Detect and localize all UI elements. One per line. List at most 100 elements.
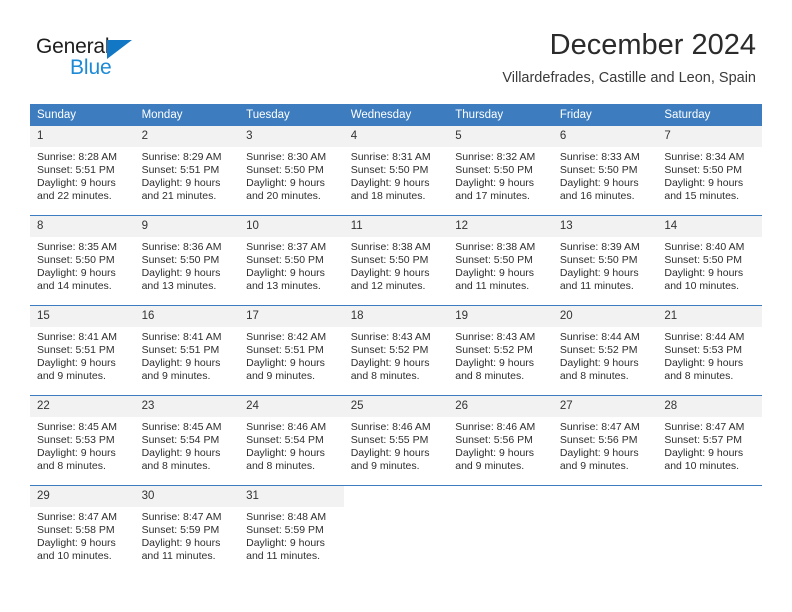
day-details: Sunrise: 8:46 AM Sunset: 5:54 PM Daylight:… — [239, 417, 344, 473]
daylight-text-line2: and 9 minutes. — [141, 370, 211, 383]
calendar-day-cell[interactable]: 20 Sunrise: 8:44 AM Sunset: 5:52 PM Dayligh… — [552, 305, 658, 396]
calendar-day-cell[interactable]: 29 Sunrise: 8:47 AM Sunset: 5:58 PM Dayligh… — [30, 485, 135, 575]
daylight-text-line2: and 9 minutes. — [246, 370, 316, 383]
calendar-day-cell[interactable]: 7 Sunrise: 8:34 AM Sunset: 5:50 PM Daylight… — [657, 126, 762, 216]
day-number: 12 — [448, 216, 553, 237]
calendar-day-cell[interactable]: 18 Sunrise: 8:43 AM Sunset: 5:52 PM Dayligh… — [343, 305, 449, 396]
calendar-day-cell[interactable]: 19 Sunrise: 8:43 AM Sunset: 5:52 PM Dayligh… — [448, 305, 553, 396]
logo-text-blue: Blue — [70, 56, 112, 79]
calendar-day-cell[interactable]: 31 Sunrise: 8:48 AM Sunset: 5:59 PM Dayligh… — [239, 485, 344, 575]
daylight-text-line2: and 13 minutes. — [141, 280, 217, 293]
calendar-day-cell[interactable]: 22 Sunrise: 8:45 AM Sunset: 5:53 PM Dayligh… — [30, 395, 135, 486]
day-details: Sunrise: 8:44 AM Sunset: 5:52 PM Daylight:… — [553, 327, 658, 383]
sunset-text: Sunset: 5:50 PM — [141, 254, 220, 267]
calendar-day-cell[interactable]: 5 Sunrise: 8:32 AM Sunset: 5:50 PM Daylight… — [448, 126, 553, 216]
day-number: 25 — [343, 396, 449, 417]
calendar-day-cell[interactable]: 6 Sunrise: 8:33 AM Sunset: 5:50 PM Daylight… — [552, 126, 658, 216]
sunrise-text: Sunrise: 8:45 AM — [37, 421, 117, 433]
sunrise-text: Sunrise: 8:40 AM — [664, 241, 745, 253]
calendar-day-cell[interactable]: 15 Sunrise: 8:41 AM Sunset: 5:51 PM Dayligh… — [30, 305, 135, 396]
calendar-day-cell[interactable]: 10 Sunrise: 8:37 AM Sunset: 5:50 PM Dayligh… — [239, 215, 344, 306]
calendar-day-cell[interactable]: 28 Sunrise: 8:47 AM Sunset: 5:57 PM Dayligh… — [657, 395, 762, 486]
sunrise-text: Sunrise: 8:44 AM — [559, 331, 640, 343]
sunset-text: Sunset: 5:58 PM — [37, 524, 115, 537]
day-details: Sunrise: 8:31 AM Sunset: 5:50 PM Daylight:… — [344, 147, 449, 203]
daylight-text-line1: Daylight: 9 hours — [37, 267, 116, 280]
calendar-day-cell[interactable]: 30 Sunrise: 8:47 AM Sunset: 5:59 PM Dayligh… — [134, 485, 240, 575]
title-block: December 2024 Villardefrades, Castille a… — [502, 28, 756, 88]
calendar-day-cell[interactable]: 21 Sunrise: 8:44 AM Sunset: 5:53 PM Dayligh… — [657, 305, 762, 396]
day-number: 14 — [657, 216, 762, 237]
generalblue-logo[interactable]: General Blue — [36, 36, 176, 84]
day-details: Sunrise: 8:29 AM Sunset: 5:51 PM Daylight:… — [135, 147, 240, 203]
daylight-text-line1: Daylight: 9 hours — [559, 447, 639, 460]
daylight-text-line1: Daylight: 9 hours — [559, 177, 639, 190]
sunset-text: Sunset: 5:51 PM — [141, 344, 220, 357]
page-title: December 2024 — [549, 29, 756, 61]
calendar-day-cell[interactable]: 27 Sunrise: 8:47 AM Sunset: 5:56 PM Dayligh… — [552, 395, 658, 486]
calendar-day-cell[interactable]: 23 Sunrise: 8:45 AM Sunset: 5:54 PM Dayligh… — [134, 395, 240, 486]
calendar-table: Sunday Monday Tuesday Wednesday Thursday… — [30, 104, 762, 575]
day-details: Sunrise: 8:30 AM Sunset: 5:50 PM Daylight:… — [239, 147, 344, 203]
day-number: 20 — [552, 306, 658, 327]
sunset-text: Sunset: 5:53 PM — [37, 434, 115, 447]
day-number: 1 — [30, 126, 135, 147]
daylight-text-line2: and 8 minutes. — [141, 460, 211, 473]
daylight-text-line1: Daylight: 9 hours — [37, 447, 116, 460]
sunset-text: Sunset: 5:50 PM — [37, 254, 115, 267]
daylight-text-line1: Daylight: 9 hours — [559, 357, 639, 370]
day-number: 21 — [657, 306, 762, 327]
day-details: Sunrise: 8:46 AM Sunset: 5:56 PM Daylight:… — [448, 417, 553, 473]
calendar-day-cell[interactable]: 14 Sunrise: 8:40 AM Sunset: 5:50 PM Dayligh… — [657, 215, 762, 306]
calendar-day-cell[interactable]: 16 Sunrise: 8:41 AM Sunset: 5:51 PM Dayligh… — [134, 305, 240, 396]
sunrise-text: Sunrise: 8:46 AM — [350, 421, 431, 433]
day-details — [344, 507, 449, 511]
day-number: 17 — [239, 306, 344, 327]
calendar-day-cell[interactable]: 1 Sunrise: 8:28 AM Sunset: 5:51 PM Daylight… — [30, 126, 135, 216]
sunrise-text: Sunrise: 8:46 AM — [246, 421, 327, 433]
daylight-text-line2: and 11 minutes. — [559, 280, 634, 293]
calendar-day-cell[interactable]: 4 Sunrise: 8:31 AM Sunset: 5:50 PM Daylight… — [343, 126, 449, 216]
sunrise-text: Sunrise: 8:46 AM — [455, 421, 536, 433]
daylight-text-line1: Daylight: 9 hours — [350, 267, 430, 280]
calendar-day-cell[interactable]: 25 Sunrise: 8:46 AM Sunset: 5:55 PM Dayligh… — [343, 395, 449, 486]
sunrise-text: Sunrise: 8:44 AM — [664, 331, 745, 343]
day-details — [553, 507, 658, 511]
day-number: 7 — [657, 126, 762, 147]
daylight-text-line1: Daylight: 9 hours — [246, 177, 325, 190]
calendar-day-cell[interactable]: 11 Sunrise: 8:38 AM Sunset: 5:50 PM Dayligh… — [343, 215, 449, 306]
calendar-day-cell[interactable]: 3 Sunrise: 8:30 AM Sunset: 5:50 PM Daylight… — [239, 126, 344, 216]
calendar-day-cell[interactable]: 12 Sunrise: 8:38 AM Sunset: 5:50 PM Dayligh… — [448, 215, 553, 306]
calendar-day-cell[interactable]: 9 Sunrise: 8:36 AM Sunset: 5:50 PM Daylight… — [134, 215, 240, 306]
daylight-text-line2: and 8 minutes. — [664, 370, 734, 383]
calendar-day-cell[interactable]: 17 Sunrise: 8:42 AM Sunset: 5:51 PM Dayligh… — [239, 305, 344, 396]
day-number: 10 — [239, 216, 344, 237]
sunrise-text: Sunrise: 8:47 AM — [37, 511, 117, 523]
daylight-text-line1: Daylight: 9 hours — [37, 357, 116, 370]
sunrise-text: Sunrise: 8:42 AM — [246, 331, 327, 343]
calendar-header-row: Sunday Monday Tuesday Wednesday Thursday… — [30, 104, 762, 126]
calendar-day-cell[interactable]: 24 Sunrise: 8:46 AM Sunset: 5:54 PM Dayligh… — [239, 395, 344, 486]
daylight-text-line2: and 11 minutes. — [141, 550, 216, 563]
calendar-week-row: 8 Sunrise: 8:35 AM Sunset: 5:50 PM Daylight… — [30, 215, 762, 306]
day-details: Sunrise: 8:43 AM Sunset: 5:52 PM Daylight:… — [344, 327, 449, 383]
sunset-text: Sunset: 5:56 PM — [455, 434, 533, 447]
day-details: Sunrise: 8:43 AM Sunset: 5:52 PM Daylight:… — [448, 327, 553, 383]
sunrise-text: Sunrise: 8:31 AM — [350, 151, 431, 163]
sunrise-text: Sunrise: 8:39 AM — [559, 241, 640, 253]
calendar-day-cell[interactable]: 8 Sunrise: 8:35 AM Sunset: 5:50 PM Daylight… — [30, 215, 135, 306]
calendar-week-row: 1 Sunrise: 8:28 AM Sunset: 5:51 PM Daylight… — [30, 126, 762, 216]
day-details: Sunrise: 8:28 AM Sunset: 5:51 PM Daylight:… — [30, 147, 135, 203]
calendar-day-cell[interactable]: 26 Sunrise: 8:46 AM Sunset: 5:56 PM Dayligh… — [448, 395, 553, 486]
sunrise-text: Sunrise: 8:41 AM — [37, 331, 117, 343]
day-number: 3 — [239, 126, 344, 147]
daylight-text-line1: Daylight: 9 hours — [664, 267, 744, 280]
day-number — [657, 486, 762, 507]
day-number: 8 — [30, 216, 135, 237]
day-details: Sunrise: 8:35 AM Sunset: 5:50 PM Daylight:… — [30, 237, 135, 293]
calendar-day-cell[interactable]: 2 Sunrise: 8:29 AM Sunset: 5:51 PM Daylight… — [134, 126, 240, 216]
calendar-day-cell[interactable]: 13 Sunrise: 8:39 AM Sunset: 5:50 PM Dayligh… — [552, 215, 658, 306]
sunrise-text: Sunrise: 8:43 AM — [455, 331, 536, 343]
weekday-header-friday: Friday — [552, 104, 658, 126]
daylight-text-line1: Daylight: 9 hours — [350, 447, 430, 460]
